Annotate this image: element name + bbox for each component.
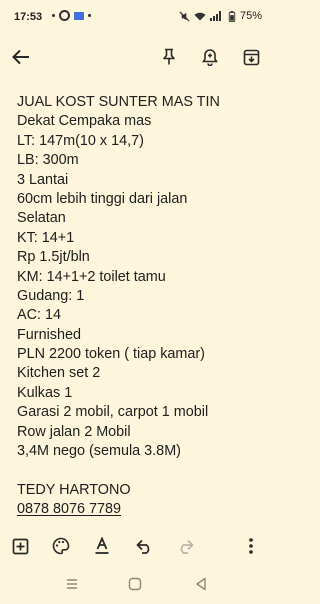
- note-line: Kitchen set 2: [17, 365, 101, 382]
- undo-button[interactable]: [131, 533, 157, 559]
- reminder-bell-icon: [202, 49, 218, 66]
- pin-icon: [163, 48, 175, 65]
- reminder-button[interactable]: [197, 44, 223, 70]
- note-line: Dekat Cempaka mas: [17, 113, 152, 130]
- note-line: AC: 14: [17, 307, 61, 324]
- note-line: KT: 14+1: [17, 229, 75, 246]
- home-icon: [128, 577, 142, 591]
- system-navigation-bar: [0, 564, 272, 604]
- status-time: 17:53: [14, 11, 43, 23]
- back-button[interactable]: [8, 44, 34, 70]
- status-notification-icons: [52, 10, 91, 21]
- background-options-button[interactable]: [48, 533, 74, 559]
- note-line: LB: 300m: [17, 152, 79, 169]
- text-format-button[interactable]: [89, 533, 115, 559]
- note-line: Furnished: [17, 326, 81, 343]
- undo-icon: [135, 539, 149, 554]
- system-back-button[interactable]: [191, 576, 211, 592]
- battery-icon: [228, 10, 236, 22]
- edit-toolbar: [0, 528, 272, 564]
- pin-button[interactable]: [156, 44, 182, 70]
- add-box-icon: [12, 538, 28, 554]
- add-content-button[interactable]: [7, 533, 33, 559]
- redo-button[interactable]: [172, 533, 198, 559]
- status-system-icons: 75%: [179, 10, 262, 22]
- note-line: 3,4M nego (semula 3.8M): [17, 443, 181, 460]
- note-line: Selatan: [17, 210, 66, 227]
- note-line: Row jalan 2 Mobil: [17, 423, 131, 440]
- note-line: TEDY HARTONO: [17, 481, 131, 498]
- note-line: Garasi 2 mobil, carpot 1 mobil: [17, 404, 209, 421]
- note-line: Gudang: 1: [17, 287, 85, 304]
- note-line: Rp 1.5jt/bln: [17, 249, 90, 266]
- text-format-icon: [95, 537, 109, 554]
- note-line: KM: 14+1+2 toilet tamu: [17, 268, 166, 285]
- ring-notification-icon: [59, 10, 70, 21]
- battery-percent: 75%: [239, 10, 262, 22]
- more-vert-icon: [249, 538, 253, 554]
- redo-icon: [180, 539, 194, 554]
- recent-apps-icon: [67, 579, 77, 589]
- more-options-button[interactable]: [238, 533, 264, 559]
- recent-apps-button[interactable]: [62, 576, 82, 592]
- note-body[interactable]: JUAL KOST SUNTER MAS TIN Dekat Cempaka m…: [17, 93, 265, 520]
- note-toolbar: [0, 34, 272, 80]
- phone-number-link[interactable]: 0878 8076 7789: [17, 500, 265, 519]
- note-line: 60cm lebih tinggi dari jalan: [17, 190, 188, 207]
- note-blank-line: [17, 461, 265, 480]
- notification-dot-icon: [52, 14, 55, 17]
- note-line: Kulkas 1: [17, 384, 73, 401]
- status-bar: 17:53 75%: [0, 0, 272, 34]
- signal-icon: [209, 11, 221, 21]
- more-dot-icon: [88, 14, 91, 17]
- note-line: 3 Lantai: [17, 171, 69, 188]
- note-line: JUAL KOST SUNTER MAS TIN: [17, 94, 220, 110]
- note-line: PLN 2200 token ( tiap kamar): [17, 346, 205, 363]
- note-line: LT: 147m(10 x 14,7): [17, 132, 144, 149]
- wifi-icon: [194, 12, 206, 20]
- back-triangle-icon: [196, 577, 206, 591]
- arrow-left-icon: [12, 49, 29, 65]
- archive-icon: [243, 49, 259, 65]
- home-button[interactable]: [125, 576, 145, 592]
- mail-icon: [74, 11, 84, 20]
- palette-icon: [52, 537, 70, 555]
- archive-button[interactable]: [238, 44, 264, 70]
- mute-icon: [179, 10, 190, 22]
